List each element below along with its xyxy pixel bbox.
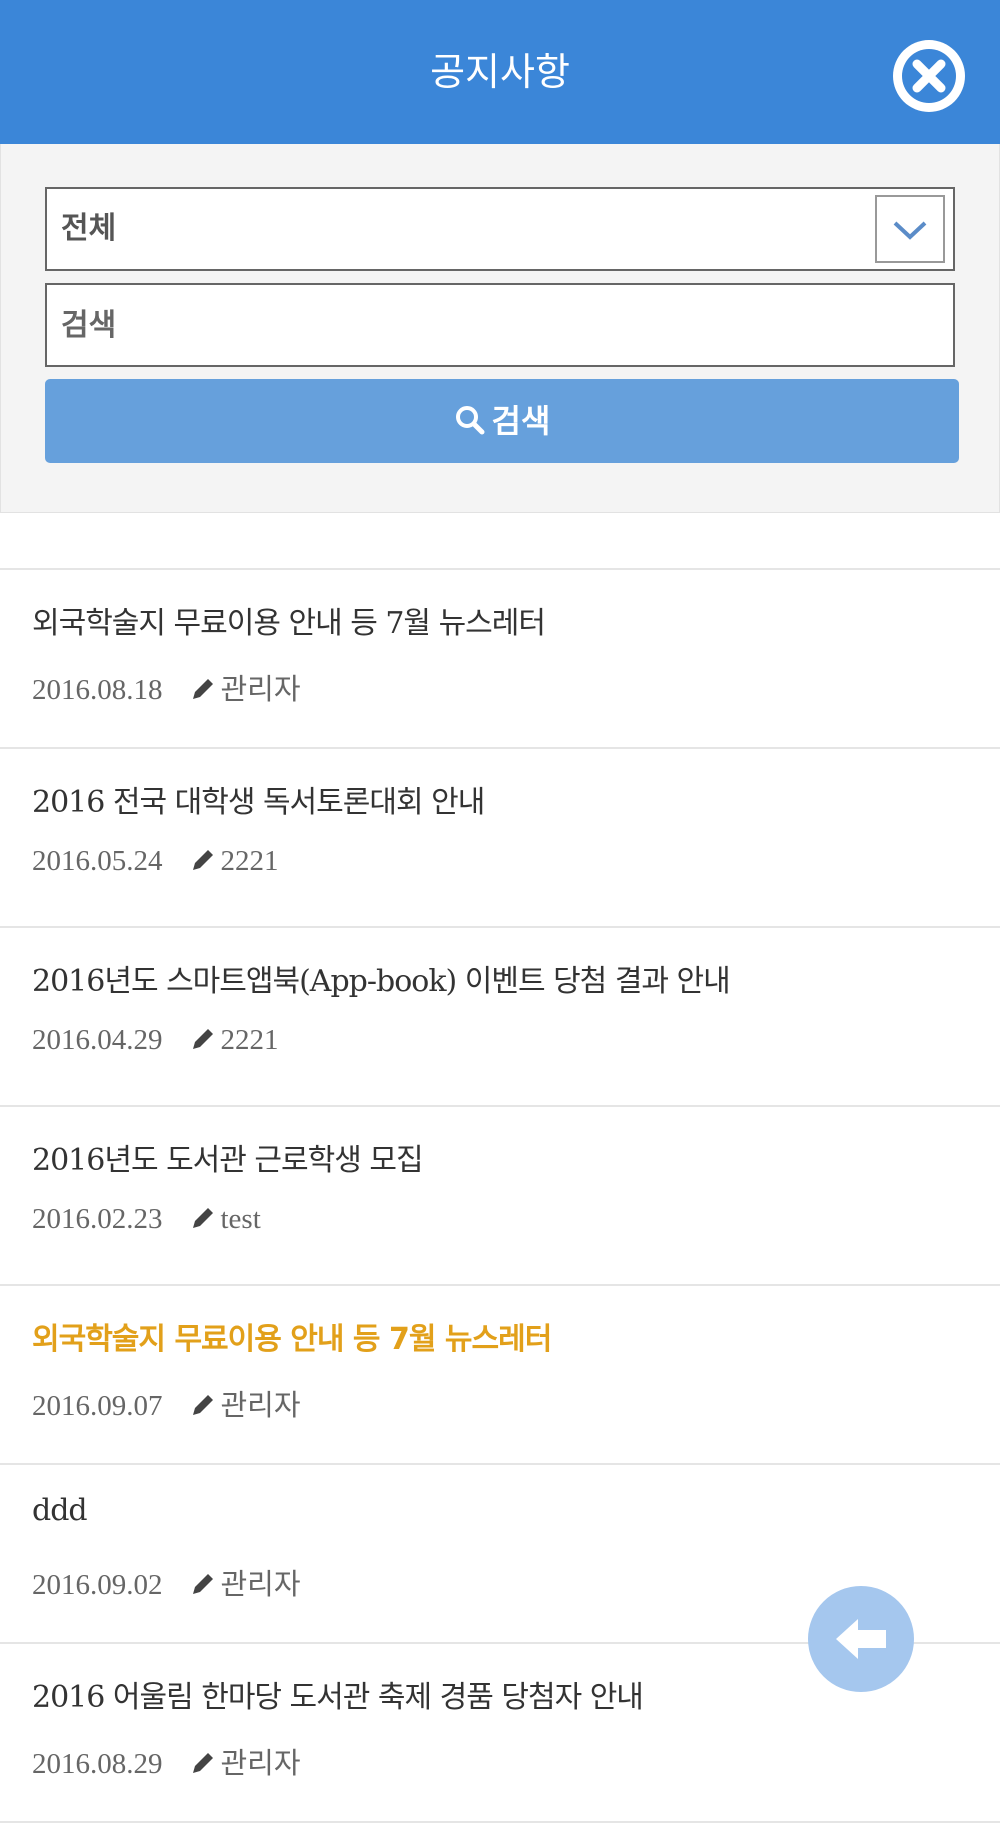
- top-bar: 공지사항: [0, 0, 1000, 144]
- search-button[interactable]: 검색: [45, 379, 959, 463]
- search-icon: [455, 406, 485, 435]
- pencil-icon: [192, 1395, 213, 1416]
- search-input[interactable]: [45, 283, 955, 367]
- search-button-label: 검색: [491, 402, 551, 440]
- notice-date: 2016.05.24: [32, 845, 163, 877]
- pencil-icon: [192, 679, 213, 700]
- notice-date: 2016.09.02: [32, 1569, 163, 1601]
- notice-meta: 2016.08.18 관리자: [32, 666, 301, 708]
- close-circle-icon: [893, 40, 965, 112]
- arrow-left-icon: [836, 1619, 886, 1659]
- notice-date: 2016.04.29: [32, 1024, 163, 1056]
- notice-title[interactable]: 2016 전국 대학생 독서토론대회 안내: [32, 777, 485, 821]
- notice-author: 2221: [220, 1024, 279, 1056]
- list-item[interactable]: 2016년도 도서관 근로학생 모집 2016.02.23 test: [0, 1107, 1000, 1286]
- notice-title[interactable]: 2016년도 스마트앱북(App-book) 이벤트 당첨 결과 안내: [32, 956, 731, 1000]
- notice-title[interactable]: 외국학술지 무료이용 안내 등 7월 뉴스레터: [32, 1314, 552, 1358]
- list-item[interactable]: 외국학술지 무료이용 안내 등 7월 뉴스레터 2016.09.07 관리자: [0, 1286, 1000, 1465]
- notice-title[interactable]: 외국학술지 무료이용 안내 등 7월 뉴스레터: [32, 598, 546, 642]
- notice-date: 2016.08.18: [32, 674, 163, 706]
- pencil-icon: [192, 1208, 213, 1229]
- notice-meta: 2016.02.23 test: [32, 1203, 261, 1236]
- notice-author: 2221: [220, 845, 279, 877]
- close-button[interactable]: [890, 37, 968, 115]
- notice-date: 2016.09.07: [32, 1390, 163, 1422]
- list-item[interactable]: 2016년도 스마트앱북(App-book) 이벤트 당첨 결과 안내 2016…: [0, 928, 1000, 1107]
- notice-author: test: [220, 1203, 261, 1235]
- notice-meta: 2016.04.29 2221: [32, 1024, 279, 1057]
- pencil-icon: [192, 1753, 213, 1774]
- notice-date: 2016.08.29: [32, 1748, 163, 1780]
- notice-meta: 2016.08.29 관리자: [32, 1740, 301, 1782]
- back-button[interactable]: [808, 1586, 914, 1692]
- pencil-icon: [192, 1029, 213, 1050]
- notice-author: 관리자: [220, 1390, 301, 1422]
- page-title: 공지사항: [430, 50, 570, 94]
- notice-title[interactable]: ddd: [32, 1493, 88, 1528]
- chevron-down-icon: [893, 221, 927, 240]
- notice-title[interactable]: 2016 어울림 한마당 도서관 축제 경품 당첨자 안내: [32, 1672, 644, 1716]
- notice-author: 관리자: [220, 1569, 301, 1601]
- notice-meta: 2016.09.07 관리자: [32, 1382, 301, 1424]
- category-select-value: 전체: [61, 211, 117, 246]
- notice-author: 관리자: [220, 674, 301, 706]
- pencil-icon: [192, 1574, 213, 1595]
- select-dropdown-button[interactable]: [875, 195, 945, 263]
- category-select[interactable]: 전체: [45, 187, 955, 271]
- notice-meta: 2016.05.24 2221: [32, 845, 279, 878]
- search-panel: 전체 검색: [0, 144, 1000, 513]
- notice-date: 2016.02.23: [32, 1203, 163, 1235]
- list-item[interactable]: 외국학술지 무료이용 안내 등 7월 뉴스레터 2016.08.18 관리자: [0, 570, 1000, 749]
- notice-meta: 2016.09.02 관리자: [32, 1561, 301, 1603]
- list-item[interactable]: 2016 전국 대학생 독서토론대회 안내 2016.05.24 2221: [0, 749, 1000, 928]
- notice-title[interactable]: 2016년도 도서관 근로학생 모집: [32, 1135, 424, 1179]
- pencil-icon: [192, 850, 213, 871]
- notice-author: 관리자: [220, 1748, 301, 1780]
